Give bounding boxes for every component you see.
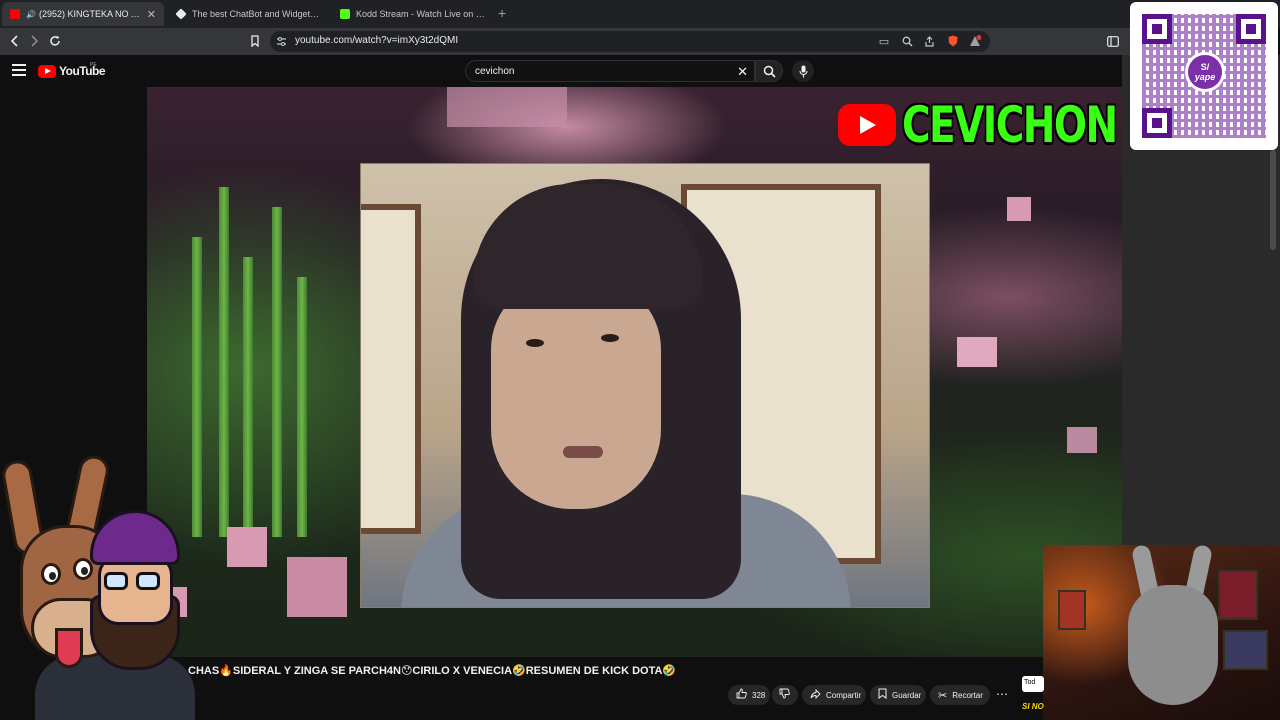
address-bar[interactable]: youtube.com/watch?v=imXy3t2dQMI ▭ <box>270 31 990 52</box>
brave-rewards-icon[interactable] <box>968 34 982 48</box>
glasses <box>104 572 128 590</box>
tab-title: The best ChatBot and Widgets for Ki <box>192 9 322 19</box>
streamer-webcam <box>1043 545 1280 720</box>
share-icon[interactable] <box>922 34 936 48</box>
search-button[interactable] <box>755 60 783 82</box>
more-actions-icon[interactable]: ⋯ <box>996 687 1008 701</box>
reload-button[interactable] <box>46 32 64 50</box>
save-label: Guardar <box>892 690 922 700</box>
video-player[interactable] <box>147 87 1122 657</box>
blossom-block <box>1007 197 1031 221</box>
youtube-play-icon <box>838 104 896 146</box>
tab-chatbot[interactable]: The best ChatBot and Widgets for Ki <box>168 2 330 26</box>
search-input[interactable]: cevichon ✕ <box>465 60 755 82</box>
yape-qr-code: S/ yape <box>1130 2 1278 150</box>
share-arrow-icon <box>810 688 821 702</box>
clip-label: Recortar <box>952 690 983 700</box>
like-button[interactable]: 328 <box>728 685 770 705</box>
tab-kick[interactable]: Kodd Stream - Watch Live on Kick <box>332 2 494 26</box>
scrollbar[interactable] <box>1270 150 1276 250</box>
blossom-block <box>1067 427 1097 453</box>
youtube-logo[interactable]: YouTube PE <box>38 62 106 78</box>
channel-badge: CEVICHON <box>838 97 1177 153</box>
like-count: 328 <box>752 690 766 700</box>
browser-tab-strip: 🔊 (2952) KINGTEKA NO APOYA ✕ The best Ch… <box>0 0 1280 28</box>
yape-logo: S/ yape <box>1185 52 1225 92</box>
scissors-icon: ✂ <box>938 689 948 702</box>
video-webcam-insert <box>360 163 930 608</box>
sidebar-toggle-icon[interactable] <box>1104 32 1122 50</box>
tab-youtube[interactable]: 🔊 (2952) KINGTEKA NO APOYA ✕ <box>2 2 164 26</box>
menu-icon[interactable] <box>12 64 26 76</box>
face <box>491 279 661 509</box>
kick-favicon-icon <box>340 9 350 19</box>
youtube-favicon-icon <box>10 9 20 19</box>
donkey-mask <box>1128 585 1218 705</box>
dislike-button[interactable] <box>772 685 798 705</box>
new-tab-button[interactable]: + <box>498 5 506 21</box>
close-tab-icon[interactable]: ✕ <box>147 8 156 21</box>
glasses <box>136 572 160 590</box>
clip-button[interactable]: ✂ Recortar <box>930 685 990 705</box>
bookmark-icon <box>878 688 887 702</box>
cast-icon[interactable]: ▭ <box>877 34 891 48</box>
streamer-mascot <box>0 452 200 720</box>
blossom-block <box>957 337 997 367</box>
eye <box>601 334 619 342</box>
wall-poster <box>1218 570 1258 620</box>
qr-finder <box>1142 108 1172 138</box>
back-button[interactable] <box>6 32 24 50</box>
video-title: CHAS🔥SIDERAL Y ZINGA SE PARCH4N😯CIRILO X… <box>188 665 677 677</box>
qr-finder <box>1236 14 1266 44</box>
share-button[interactable]: Compartir <box>802 685 866 705</box>
brave-shield-icon[interactable] <box>946 34 960 48</box>
window-frame <box>361 204 421 534</box>
bamboo-decoration <box>219 187 229 537</box>
yape-brand: yape <box>1194 72 1216 82</box>
audio-icon: 🔊 <box>26 9 36 19</box>
mascot-eye <box>41 563 61 585</box>
mouth <box>563 446 603 458</box>
search-icon <box>763 65 776 78</box>
bamboo-decoration <box>272 207 282 537</box>
youtube-wordmark: YouTube <box>59 64 106 78</box>
bookmark-icon[interactable] <box>246 32 264 50</box>
yape-currency: S/ <box>1200 62 1210 72</box>
save-button[interactable]: Guardar <box>870 685 926 705</box>
wall-poster <box>1058 590 1086 630</box>
man-face <box>98 555 173 625</box>
blossom-block <box>227 527 267 567</box>
browser-toolbar: youtube.com/watch?v=imXy3t2dQMI ▭ <box>0 28 1130 55</box>
microphone-icon <box>798 65 808 77</box>
thumbs-up-icon <box>736 688 747 702</box>
youtube-masthead: YouTube PE cevichon ✕ <box>0 55 1130 87</box>
bamboo-decoration <box>297 277 307 537</box>
thumbs-down-icon <box>779 688 790 702</box>
channel-name-overlay: CEVICHON <box>902 96 1118 154</box>
voice-search-button[interactable] <box>792 60 814 82</box>
forward-button[interactable] <box>25 32 43 50</box>
qr-finder <box>1142 14 1172 44</box>
country-code: PE <box>90 62 97 68</box>
bearded-man <box>90 510 185 670</box>
webcam-caption: SI NO <box>1022 702 1044 711</box>
youtube-play-icon <box>38 64 56 78</box>
site-info-icon[interactable] <box>274 34 288 48</box>
share-label: Compartir <box>826 690 862 700</box>
tab-title: (2952) KINGTEKA NO APOYA <box>38 9 141 19</box>
blossom-block <box>287 557 347 617</box>
zoom-icon[interactable] <box>900 34 914 48</box>
webcam-label: Tod <box>1022 676 1044 692</box>
eye <box>526 339 544 347</box>
blossom-block <box>447 87 567 127</box>
beanie <box>90 510 180 565</box>
tab-title: Kodd Stream - Watch Live on Kick <box>356 9 486 19</box>
bamboo-decoration <box>243 257 253 537</box>
clear-search-icon[interactable]: ✕ <box>737 64 748 80</box>
url-text: youtube.com/watch?v=imXy3t2dQMI <box>295 35 459 46</box>
donkey-tongue <box>55 628 83 668</box>
chatbot-favicon-icon <box>175 8 187 20</box>
wall-poster <box>1223 630 1268 670</box>
search-value: cevichon <box>475 66 515 77</box>
